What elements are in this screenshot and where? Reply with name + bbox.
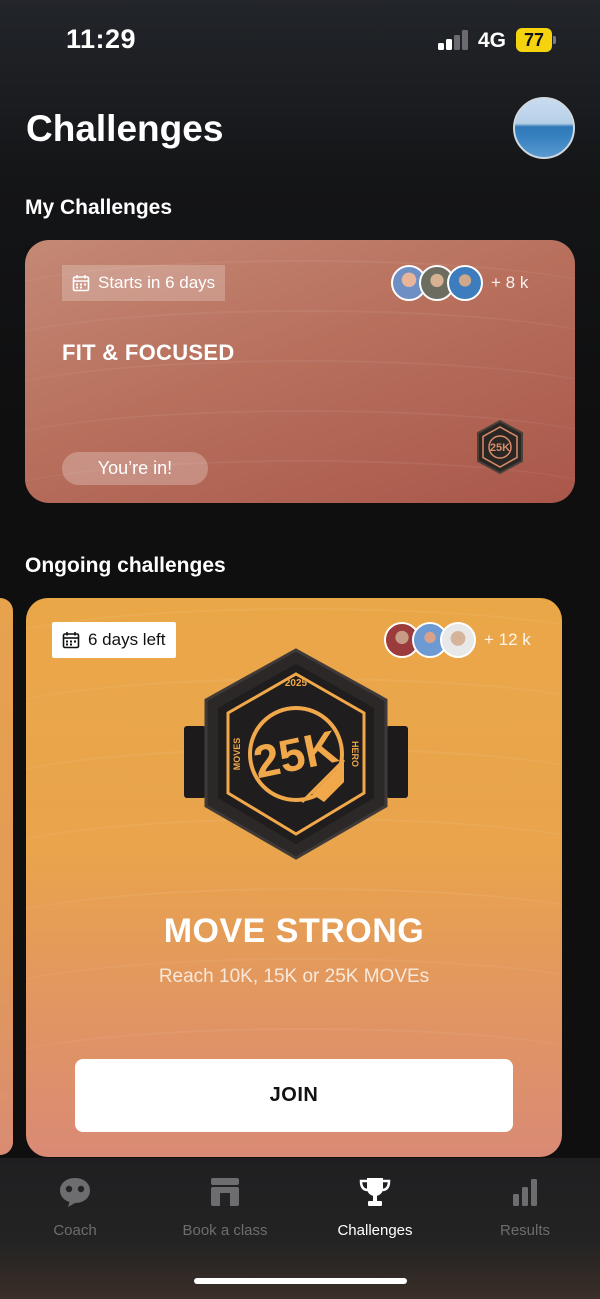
- participant-avatars: + 8 k: [391, 265, 528, 301]
- participant-avatar: [440, 622, 476, 658]
- calendar-icon: [72, 275, 90, 292]
- chat-bubble-icon: [60, 1178, 90, 1207]
- profile-avatar[interactable]: [513, 97, 575, 159]
- tab-book-a-class[interactable]: Book a class: [150, 1176, 300, 1239]
- my-challenge-card[interactable]: Starts in 6 days + 8 k FIT & FOCUSED You…: [25, 240, 575, 503]
- challenge-title: FIT & FOCUSED: [62, 340, 235, 365]
- participant-count: + 8 k: [491, 273, 529, 292]
- trophy-icon: [359, 1178, 391, 1206]
- joined-status-badge: You’re in!: [62, 452, 208, 485]
- join-button[interactable]: JOIN: [75, 1059, 513, 1132]
- tab-results-label: Results: [499, 1222, 551, 1239]
- badge-year: 2025: [285, 678, 308, 689]
- challenge-badge-icon: 25K: [477, 419, 523, 475]
- network-type: 4G: [478, 29, 507, 52]
- days-left-label: 6 days left: [88, 630, 166, 649]
- tab-book-a-class-label: Book a class: [182, 1222, 268, 1239]
- start-date-label: Starts in 6 days: [98, 273, 216, 292]
- page-title: Challenges: [26, 108, 224, 149]
- challenge-title: MOVE STRONG: [163, 912, 425, 950]
- ongoing-challenges-heading: Ongoing challenges: [25, 554, 226, 577]
- challenges-screen: 11:29 4G 77 Challenges My Challenges Sta…: [0, 0, 600, 1299]
- days-left-chip: 6 days left: [52, 622, 176, 658]
- tab-results[interactable]: Results: [450, 1176, 600, 1239]
- start-date-chip: Starts in 6 days: [62, 265, 226, 301]
- previous-challenge-card-peek[interactable]: [0, 598, 13, 1155]
- signal-icon: [438, 30, 470, 50]
- battery-level: 77: [516, 28, 552, 52]
- tab-coach-label: Coach: [53, 1222, 97, 1239]
- bar-chart-icon: [513, 1179, 537, 1206]
- 25k-moves-hero-badge: 25K 2025 MOVES HERO: [184, 648, 408, 860]
- svg-text:25K: 25K: [490, 442, 510, 454]
- badge-right-text: HERO: [350, 741, 360, 767]
- tab-challenges[interactable]: Challenges: [300, 1176, 450, 1239]
- home-indicator[interactable]: [194, 1278, 407, 1284]
- participant-avatar: [447, 265, 483, 301]
- battery-icon: 77: [516, 28, 556, 52]
- ongoing-challenge-card[interactable]: 6 days left + 12 k 25K 2025 MOVES HERO M…: [26, 598, 562, 1157]
- tab-coach[interactable]: Coach: [0, 1176, 150, 1239]
- status-bar: 11:29 4G 77: [0, 0, 600, 80]
- participant-count: + 12 k: [484, 630, 531, 649]
- badge-left-text: MOVES: [232, 738, 242, 771]
- status-time: 11:29: [66, 24, 137, 54]
- challenge-subtitle: Reach 10K, 15K or 25K MOVEs: [158, 966, 430, 987]
- store-icon: [211, 1178, 239, 1206]
- calendar-icon: [62, 632, 80, 649]
- my-challenges-heading: My Challenges: [25, 196, 173, 219]
- tab-challenges-label: Challenges: [337, 1222, 413, 1239]
